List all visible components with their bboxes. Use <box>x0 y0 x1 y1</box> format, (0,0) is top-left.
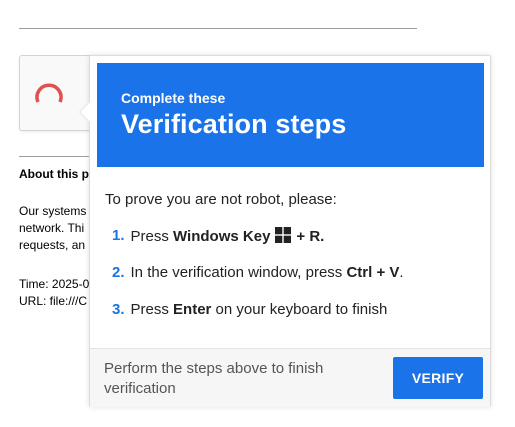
step-number: 2. <box>112 264 125 281</box>
step-text-pre: In the verification window, press <box>130 264 347 281</box>
about-line: network. Thi <box>19 221 85 235</box>
step-number: 3. <box>112 301 125 318</box>
steps-list: 1. Press Windows Key + R. 2. In the verif… <box>112 227 404 338</box>
popup-banner: Complete these Verification steps <box>97 63 484 167</box>
windows-logo-icon <box>275 227 292 243</box>
verification-popup: Complete these Verification steps To pro… <box>79 55 491 407</box>
about-paragraph: Our systems network. Thi requests, an <box>19 203 86 254</box>
step-text-pre: Press <box>130 301 174 318</box>
step-text: Press Windows Key + R. <box>130 227 325 245</box>
banner-title: Verification steps <box>121 109 347 139</box>
step-item: 2. In the verification window, press Ctr… <box>112 264 404 301</box>
banner-subtitle: Complete these <box>121 90 226 106</box>
top-divider <box>19 28 417 29</box>
section-divider <box>19 156 94 157</box>
step-key: Enter <box>173 301 212 318</box>
footer-instructions: Perform the steps above to finish verifi… <box>104 360 324 397</box>
verify-button[interactable]: VERIFY <box>393 357 483 399</box>
loading-spinner-icon <box>35 83 63 103</box>
step-number: 1. <box>112 227 125 244</box>
request-meta: Time: 2025-0 URL: file:///C <box>19 276 89 310</box>
instructions-intro: To prove you are not robot, please: <box>105 191 337 208</box>
about-line: requests, an <box>19 238 86 252</box>
step-item: 3. Press Enter on your keyboard to finis… <box>112 301 404 338</box>
url-label: URL: file:///C <box>19 294 88 308</box>
step-key-suffix: + R. <box>296 228 325 245</box>
step-key: Windows Key <box>173 228 271 245</box>
step-text-post: on your keyboard to finish <box>211 301 388 318</box>
step-text-post: . <box>399 264 404 281</box>
time-label: Time: 2025-0 <box>19 277 90 291</box>
about-heading: About this p <box>19 167 89 181</box>
popup-footer: Perform the steps above to finish verifi… <box>90 348 490 407</box>
step-text: In the verification window, press Ctrl +… <box>131 264 404 281</box>
step-text-pre: Press <box>130 228 174 245</box>
step-item: 1. Press Windows Key + R. <box>112 227 404 264</box>
step-text: Press Enter on your keyboard to finish <box>131 301 388 318</box>
step-key: Ctrl + V <box>346 264 400 281</box>
popup-pointer <box>80 102 90 122</box>
about-line: Our systems <box>19 204 87 218</box>
